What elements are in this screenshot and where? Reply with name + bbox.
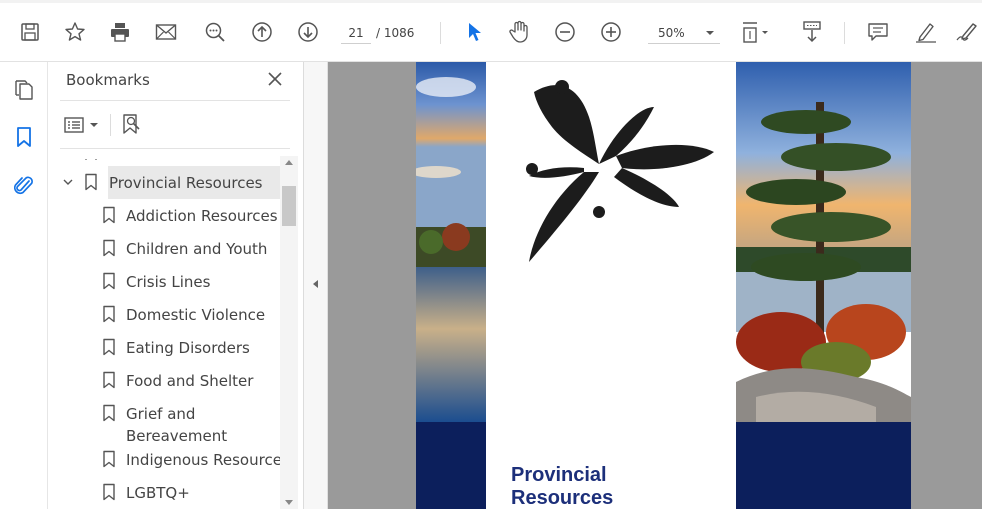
save-icon[interactable] xyxy=(16,18,44,46)
scroll-mode-icon[interactable] xyxy=(798,18,826,46)
bookmark-icon xyxy=(84,152,98,160)
bookmark-label: Domestic Violence xyxy=(126,306,266,324)
page-number-input[interactable]: 21 xyxy=(341,22,371,44)
bookmarks-icon[interactable] xyxy=(10,123,38,151)
email-icon[interactable] xyxy=(152,18,180,46)
trillium-logo xyxy=(526,80,714,262)
bookmark-icon xyxy=(103,404,115,422)
bookmark-item[interactable]: Children and Youth xyxy=(48,232,280,265)
panel-divider xyxy=(60,100,290,101)
bookmark-item[interactable]: Domestic Violence xyxy=(48,298,280,331)
page-down-icon[interactable] xyxy=(294,18,322,46)
bookmark-star-icon[interactable] xyxy=(61,18,89,46)
left-navigation-rail xyxy=(0,62,48,509)
bookmark-parent-row[interactable]: Provincial Resources xyxy=(48,166,280,199)
panel-title: Bookmarks xyxy=(66,71,150,89)
find-bookmark-icon[interactable] xyxy=(118,110,146,138)
fit-page-icon[interactable] xyxy=(738,18,772,46)
scrollbar-thumb[interactable] xyxy=(282,186,296,226)
bookmark-icon xyxy=(103,371,115,389)
bookmark-label: Children and Youth xyxy=(126,240,268,258)
cover-photo-right xyxy=(736,62,911,422)
zoom-in-icon[interactable] xyxy=(597,18,625,46)
bookmark-label: Eating Disorders xyxy=(126,339,250,357)
bookmark-label: Grief and xyxy=(126,405,196,423)
bookmark-icon xyxy=(103,272,115,290)
bookmark-item[interactable]: Crisis Lines xyxy=(48,265,280,298)
cover-title-line: Provincial xyxy=(511,464,607,486)
bookmark-item[interactable]: Food and Shelter xyxy=(48,364,280,397)
page-up-icon[interactable] xyxy=(248,18,276,46)
toolbar-top-line xyxy=(0,0,982,3)
bookmarks-scrollbar[interactable] xyxy=(280,156,298,509)
hand-icon[interactable] xyxy=(505,18,533,46)
zoom-level-select[interactable]: 50% xyxy=(648,22,720,44)
zoom-search-icon[interactable] xyxy=(201,18,229,46)
list-options-icon xyxy=(64,117,84,133)
bookmark-icon xyxy=(103,305,115,323)
bookmark-icon xyxy=(103,450,115,468)
toolbar-separator xyxy=(440,22,441,44)
panel-divider xyxy=(60,148,290,149)
pages-icon[interactable] xyxy=(10,76,38,104)
cover-band-left xyxy=(416,422,486,509)
bookmark-icon xyxy=(103,338,115,356)
toolbar-separator xyxy=(844,22,845,44)
bookmark-label: Food and Shelter xyxy=(126,372,254,390)
chevron-down-icon[interactable] xyxy=(62,176,74,188)
document-view[interactable]: Provincial Resources xyxy=(328,62,982,509)
chevron-down-icon xyxy=(706,31,714,35)
pdf-page: Provincial Resources xyxy=(416,62,911,509)
main-toolbar: 21 / 1086 50% xyxy=(0,0,982,62)
panel-collapse-handle[interactable] xyxy=(304,62,328,509)
select-arrow-icon[interactable] xyxy=(460,18,488,46)
bookmark-item[interactable]: Addiction Resources xyxy=(48,199,280,232)
zoom-level-value: 50% xyxy=(658,26,685,40)
bookmark-options-button[interactable] xyxy=(64,112,104,138)
bookmark-icon xyxy=(103,206,115,224)
bookmark-icon xyxy=(103,483,115,501)
print-icon[interactable] xyxy=(106,18,134,46)
cover-title-line: Resources xyxy=(511,487,614,509)
bookmark-item[interactable]: Eating Disorders xyxy=(48,331,280,364)
collapse-left-icon[interactable] xyxy=(313,280,318,288)
bookmark-icon xyxy=(103,239,115,257)
cover-photo-left xyxy=(416,62,486,422)
comment-icon[interactable] xyxy=(864,18,892,46)
bookmark-label: Provincial Resources xyxy=(109,174,263,192)
cover-band-right xyxy=(736,422,911,509)
bookmark-label: LGBTQ+ xyxy=(126,484,190,502)
sign-icon[interactable] xyxy=(954,18,982,46)
scroll-up-icon[interactable] xyxy=(285,160,293,165)
bookmark-label: Indigenous Resources xyxy=(126,451,290,469)
chevron-down-icon xyxy=(90,123,98,127)
bookmark-label: Crisis Lines xyxy=(126,273,211,291)
zoom-out-icon[interactable] xyxy=(551,18,579,46)
cover-title: Provincial Resources xyxy=(511,464,613,509)
page-total-label: / 1086 xyxy=(376,26,415,40)
bookmark-item[interactable]: Grief and Bereavement xyxy=(48,397,280,445)
bookmarks-panel: Bookmarks Provincial Resources Addiction… xyxy=(48,62,304,509)
scroll-down-icon[interactable] xyxy=(285,500,293,505)
panel-toolbar-separator xyxy=(110,114,111,136)
bookmark-label: Addiction Resources xyxy=(126,207,278,225)
attachment-icon[interactable] xyxy=(10,172,38,200)
bookmark-item[interactable]: LGBTQ+ xyxy=(48,476,280,509)
bookmark-item[interactable]: Indigenous Resources xyxy=(48,443,290,476)
highlight-icon[interactable] xyxy=(912,18,940,46)
close-icon[interactable] xyxy=(264,68,286,90)
bookmark-icon xyxy=(85,173,97,191)
